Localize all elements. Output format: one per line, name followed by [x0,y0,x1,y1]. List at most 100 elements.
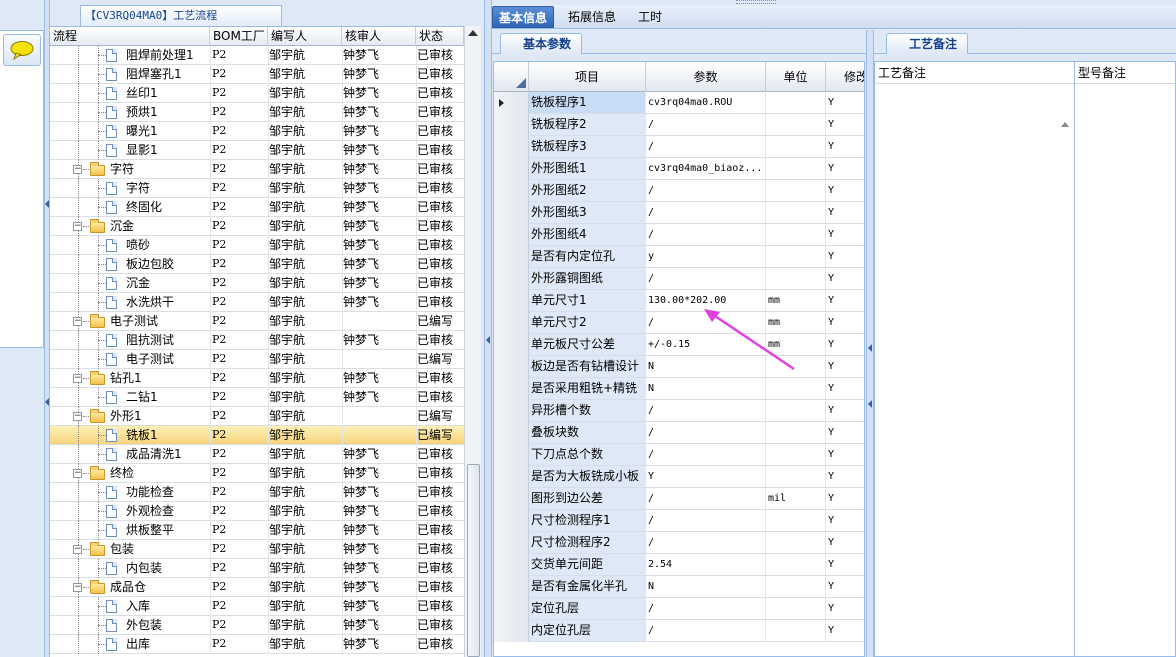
process-remark-column[interactable]: 工艺备注 [875,62,1075,657]
row-header[interactable] [494,246,529,268]
collapse-right-arrow-icon-2[interactable] [868,400,872,408]
param-unit-cell[interactable] [766,400,826,421]
right-splitter[interactable] [866,30,874,657]
row-header[interactable] [494,466,529,488]
param-unit-cell[interactable] [766,224,826,245]
param-row[interactable]: 单元尺寸1 130.00*202.00 mm Y [494,290,864,312]
row-header[interactable] [494,290,529,312]
param-unit-cell[interactable] [766,202,826,223]
param-value-cell[interactable]: / [646,136,766,157]
tree-row[interactable]: 板边包胶 P2 邹宇航 钟梦飞 已审核 [50,255,464,274]
collapse-left-arrow-icon-2[interactable] [45,398,49,406]
tree-row[interactable]: − 钻孔1 P2 邹宇航 钟梦飞 已审核 [50,369,464,388]
middle-splitter[interactable] [484,0,492,657]
collapse-toggle-icon[interactable]: − [73,374,82,383]
collapse-left-arrow-icon[interactable] [45,200,49,208]
tree-row[interactable]: − 字符 P2 邹宇航 钟梦飞 已审核 [50,160,464,179]
tree-row[interactable]: 阻焊塞孔1 P2 邹宇航 钟梦飞 已审核 [50,65,464,84]
param-unit-cell[interactable] [766,114,826,135]
param-row[interactable]: 尺寸检测程序1/ Y [494,510,864,532]
col-header-writer[interactable]: 编写人 [268,27,342,46]
tree-row[interactable]: 外观检查 P2 邹宇航 钟梦飞 已审核 [50,502,464,521]
tree-row[interactable]: 外包装 P2 邹宇航 钟梦飞 已审核 [50,616,464,635]
tab-process-remarks[interactable]: 工艺备注 [886,33,969,54]
param-value-cell[interactable]: / [646,268,766,289]
param-modify-cell[interactable]: Y [826,554,864,575]
param-unit-cell[interactable] [766,180,826,201]
param-row[interactable]: 外形图纸3/ Y [494,202,864,224]
param-modify-cell[interactable]: Y [826,312,864,333]
collapse-mid-arrow-icon[interactable] [486,336,490,344]
param-row[interactable]: 铣板程序3/ Y [494,136,864,158]
collapse-right-arrow-icon[interactable] [868,344,872,352]
param-value-cell[interactable]: / [646,202,766,223]
param-unit-cell[interactable] [766,576,826,597]
row-header[interactable] [494,554,529,576]
param-unit-cell[interactable] [766,158,826,179]
param-value-cell[interactable]: y [646,246,766,267]
param-value-cell[interactable]: N [646,356,766,377]
param-value-cell[interactable]: +/-0.15 [646,334,766,355]
param-value-cell[interactable]: / [646,400,766,421]
param-row[interactable]: 是否有金属化半孔 N Y [494,576,864,598]
param-modify-cell[interactable]: Y [826,576,864,597]
row-header[interactable] [494,488,529,510]
param-modify-cell[interactable]: Y [826,334,864,355]
param-row[interactable]: 下刀点总个数 / Y [494,444,864,466]
param-unit-cell[interactable] [766,136,826,157]
param-value-cell[interactable]: 130.00*202.00 [646,290,766,311]
col-header-param[interactable]: 参数 [646,62,766,92]
param-row[interactable]: 内定位孔层 / Y [494,620,864,642]
tree-row[interactable]: − 电子测试 P2 邹宇航 已编写 [50,312,464,331]
tree-row[interactable]: 功能检查 P2 邹宇航 钟梦飞 已审核 [50,483,464,502]
collapse-toggle-icon[interactable]: − [73,317,82,326]
param-modify-cell[interactable]: Y [826,400,864,421]
param-value-cell[interactable]: / [646,114,766,135]
model-remark-column[interactable]: 型号备注 [1075,62,1176,657]
param-row[interactable]: 外形图纸2/ Y [494,180,864,202]
param-modify-cell[interactable]: Y [826,444,864,465]
tree-row[interactable]: 字符 P2 邹宇航 钟梦飞 已审核 [50,179,464,198]
row-header[interactable] [494,158,529,180]
tree-row[interactable]: 烘板整平 P2 邹宇航 钟梦飞 已审核 [50,521,464,540]
row-header[interactable] [494,136,529,158]
param-modify-cell[interactable]: Y [826,136,864,157]
param-modify-cell[interactable]: Y [826,422,864,443]
param-row[interactable]: 外形图纸1 cv3rq04ma0_biaoz... Y [494,158,864,180]
param-unit-cell[interactable] [766,356,826,377]
param-unit-cell[interactable]: mm [766,290,826,311]
tree-row[interactable]: 丝印1 P2 邹宇航 钟梦飞 已审核 [50,84,464,103]
tab-extended-info[interactable]: 拓展信息 [562,6,622,28]
param-unit-cell[interactable] [766,510,826,531]
tree-row[interactable]: 内包装 P2 邹宇航 钟梦飞 已审核 [50,559,464,578]
param-row[interactable]: 板边是否有钻槽设计 N Y [494,356,864,378]
tree-row[interactable]: 终固化 P2 邹宇航 钟梦飞 已审核 [50,198,464,217]
param-row[interactable]: 单元尺寸2/mm Y [494,312,864,334]
param-value-cell[interactable]: N [646,378,766,399]
row-header[interactable] [494,92,529,114]
param-value-cell[interactable]: / [646,422,766,443]
param-value-cell[interactable]: / [646,224,766,245]
row-header[interactable] [494,224,529,246]
chat-button[interactable] [3,34,41,66]
tree-row[interactable]: 出库 P2 邹宇航 钟梦飞 已审核 [50,635,464,654]
tab-work-hours[interactable]: 工时 [632,6,668,28]
param-row[interactable]: 铣板程序1 cv3rq04ma0.ROU Y [494,92,864,114]
param-value-cell[interactable]: / [646,180,766,201]
row-header[interactable] [494,510,529,532]
col-header-reviewer[interactable]: 核审人 [342,27,416,46]
top-splitter-handle[interactable] [736,0,776,4]
tree-row[interactable]: 预烘1 P2 邹宇航 钟梦飞 已审核 [50,103,464,122]
col-header-item[interactable]: 项目 [529,62,646,92]
param-unit-cell[interactable] [766,92,826,113]
row-header[interactable] [494,598,529,620]
col-header-modify[interactable]: 修改 [826,62,864,92]
tree-row[interactable]: − 终检 P2 邹宇航 钟梦飞 已审核 [50,464,464,483]
param-row[interactable]: 是否采用粗铣+精铣 N Y [494,378,864,400]
param-modify-cell[interactable]: Y [826,180,864,201]
tree-row[interactable]: − 沉金 P2 邹宇航 钟梦飞 已审核 [50,217,464,236]
row-header[interactable] [494,378,529,400]
tree-row[interactable]: 铣板1 P2 邹宇航 已编写 [50,426,464,445]
param-row[interactable]: 图形到边公差 / mil Y [494,488,864,510]
param-modify-cell[interactable]: Y [826,532,864,553]
